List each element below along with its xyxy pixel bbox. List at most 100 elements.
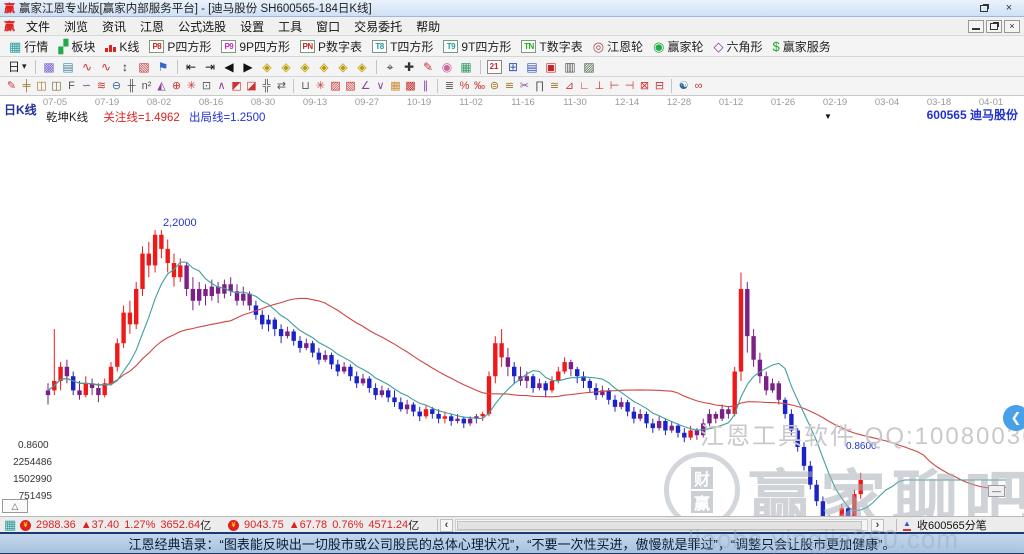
draw-right-icon[interactable]: ⊣ bbox=[622, 78, 637, 94]
draw-circle-icon[interactable]: ⊖ bbox=[109, 78, 124, 94]
draw-gold2-icon[interactable]: ≌ bbox=[502, 78, 517, 94]
draw-n2-icon[interactable]: n² bbox=[139, 78, 154, 94]
draw-hash-icon[interactable]: ╫ bbox=[124, 78, 139, 94]
menu-item-2[interactable]: 资讯 bbox=[95, 17, 133, 36]
zoom-diamond-6-icon[interactable]: ◈ bbox=[353, 58, 372, 75]
card-icon[interactable]: ▦ bbox=[457, 58, 476, 75]
draw-grid2-icon[interactable]: ▦ bbox=[388, 78, 403, 94]
menu-item-8[interactable]: 交易委托 bbox=[347, 17, 409, 36]
draw-percent-icon[interactable]: % bbox=[457, 78, 472, 94]
first-page-icon[interactable]: ⇤ bbox=[182, 58, 201, 75]
prev-bar-icon[interactable]: ◀ bbox=[220, 58, 239, 75]
zoom-diamond-2-icon[interactable]: ◈ bbox=[277, 58, 296, 75]
draw-lamp4-icon[interactable]: ◪ bbox=[244, 78, 259, 94]
market-winner-service-button[interactable]: $ 赢家服务 bbox=[768, 37, 836, 56]
menu-item-1[interactable]: 浏览 bbox=[57, 17, 95, 36]
infinity-icon[interactable]: ∞ bbox=[691, 78, 706, 94]
draw-tri-icon[interactable]: ⊿ bbox=[562, 78, 577, 94]
mdi-close-button[interactable]: × bbox=[1004, 19, 1020, 33]
draw-angle-icon[interactable]: ◭ bbox=[154, 78, 169, 94]
draw-parallel-icon[interactable]: ∥ bbox=[418, 78, 433, 94]
last-page-icon[interactable]: ⇥ bbox=[201, 58, 220, 75]
draw-gate-icon[interactable]: ∏ bbox=[532, 78, 547, 94]
info-panel-icon[interactable]: ▤ bbox=[59, 58, 78, 75]
candle-scale-icon[interactable]: ↕ bbox=[116, 58, 135, 75]
trend-small2-icon[interactable]: ∿ bbox=[97, 58, 116, 75]
market-kline-button[interactable]: K线 bbox=[100, 37, 144, 56]
draw-lamp2-icon[interactable]: ◫ bbox=[49, 78, 64, 94]
quote-table-icon[interactable]: ▦ bbox=[4, 517, 16, 532]
draw-angle2-icon[interactable]: ∠ bbox=[358, 78, 373, 94]
draw-fill-icon[interactable]: ▨ bbox=[328, 78, 343, 94]
next-bar-icon[interactable]: ▶ bbox=[239, 58, 258, 75]
print-icon[interactable]: ▥ bbox=[561, 58, 580, 75]
menu-item-5[interactable]: 设置 bbox=[233, 17, 271, 36]
draw-fill2-icon[interactable]: ▧ bbox=[343, 78, 358, 94]
calculator-icon[interactable]: ⊞ bbox=[504, 58, 523, 75]
mark-pen-icon[interactable]: ✎ bbox=[419, 58, 438, 75]
market-t-number-table-button[interactable]: TN T数字表 bbox=[516, 37, 587, 56]
mdi-restore-button[interactable] bbox=[986, 19, 1002, 33]
menu-item-0[interactable]: 文件 bbox=[19, 17, 57, 36]
draw-photo-icon[interactable]: ⊡ bbox=[199, 78, 214, 94]
draw-grid-icon[interactable]: ╪ bbox=[19, 78, 34, 94]
market-t-square-button[interactable]: T8 T四方形 bbox=[367, 37, 438, 56]
draw-lamp3-icon[interactable]: ◩ bbox=[229, 78, 244, 94]
menu-item-3[interactable]: 江恩 bbox=[133, 17, 171, 36]
panel-toggle-button[interactable]: △ bbox=[2, 499, 28, 513]
save-icon[interactable]: ▣ bbox=[542, 58, 561, 75]
zoom-diamond-4-icon[interactable]: ◈ bbox=[315, 58, 334, 75]
scroll-left-button[interactable]: ‹ bbox=[440, 518, 453, 532]
flag-icon[interactable]: ⚑ bbox=[154, 58, 173, 75]
draw-box-icon[interactable]: ⊔ bbox=[298, 78, 313, 94]
restore-button[interactable] bbox=[973, 2, 995, 15]
draw-permille-icon[interactable]: ‰ bbox=[472, 78, 487, 94]
draw-left-icon[interactable]: ⊢ bbox=[607, 78, 622, 94]
draw-gold-icon[interactable]: ⊜ bbox=[487, 78, 502, 94]
crosshair-icon[interactable]: ✚ bbox=[400, 58, 419, 75]
draw-lamp-icon[interactable]: ◫ bbox=[34, 78, 49, 94]
trend-small-icon[interactable]: ∿ bbox=[78, 58, 97, 75]
draw-rays-icon[interactable]: ✳ bbox=[313, 78, 328, 94]
draw-grid3-icon[interactable]: ▩ bbox=[403, 78, 418, 94]
period-selector[interactable]: 日 ▾ bbox=[4, 57, 31, 76]
market-gann-wheel-button[interactable]: ◎ 江恩轮 bbox=[588, 37, 648, 56]
piggy-icon[interactable]: ◉ bbox=[438, 58, 457, 75]
volume-collapse-button[interactable]: — bbox=[988, 485, 1005, 497]
draw-span-icon[interactable]: ⇄ bbox=[274, 78, 289, 94]
menu-item-4[interactable]: 公式选股 bbox=[171, 17, 233, 36]
menu-item-6[interactable]: 工具 bbox=[271, 17, 309, 36]
draw-boxx-icon[interactable]: ⊠ bbox=[637, 78, 652, 94]
draw-cut-icon[interactable]: ✂ bbox=[517, 78, 532, 94]
market-quotes-button[interactable]: ▦ 行情 bbox=[4, 37, 53, 56]
yinyang-icon[interactable]: ☯ bbox=[676, 78, 691, 94]
draw-lines-icon[interactable]: ≣ bbox=[442, 78, 457, 94]
hand-tool-icon[interactable]: ⌖ bbox=[381, 58, 400, 75]
draw-spiral-icon[interactable]: ∽ bbox=[79, 78, 94, 94]
draw-net-icon[interactable]: ╬ bbox=[259, 78, 274, 94]
exrights-icon[interactable]: ▧ bbox=[135, 58, 154, 75]
draw-valley-icon[interactable]: ∨ bbox=[373, 78, 388, 94]
draw-approx-icon[interactable]: ≅ bbox=[547, 78, 562, 94]
market-9p-square-button[interactable]: P9 9P四方形 bbox=[216, 37, 295, 56]
draw-wave-icon[interactable]: ≋ bbox=[94, 78, 109, 94]
export-icon[interactable]: ▨ bbox=[580, 58, 599, 75]
zoom-diamond-3-icon[interactable]: ◈ bbox=[296, 58, 315, 75]
market-p-square-button[interactable]: P8 P四方形 bbox=[144, 37, 216, 56]
zoom-diamond-5-icon[interactable]: ◈ bbox=[334, 58, 353, 75]
draw-pen-icon[interactable]: ✎ bbox=[4, 78, 19, 94]
zoom-diamond-1-icon[interactable]: ◈ bbox=[258, 58, 277, 75]
calendar-icon[interactable]: 21 bbox=[485, 58, 504, 75]
draw-peak-icon[interactable]: ∧ bbox=[214, 78, 229, 94]
notes-icon[interactable]: ▤ bbox=[523, 58, 542, 75]
menu-item-9[interactable]: 帮助 bbox=[409, 17, 447, 36]
draw-perp-icon[interactable]: ⊥ bbox=[592, 78, 607, 94]
market-p-number-table-button[interactable]: PN P数字表 bbox=[295, 37, 367, 56]
sidebar-expand-button[interactable]: ❮ bbox=[1003, 405, 1024, 431]
market-9t-square-button[interactable]: T9 9T四方形 bbox=[438, 37, 516, 56]
market-hexagon-button[interactable]: ◇ 六角形 bbox=[708, 37, 767, 56]
mdi-minimize-button[interactable] bbox=[968, 19, 984, 33]
menu-item-7[interactable]: 窗口 bbox=[309, 17, 347, 36]
draw-star-icon[interactable]: ✳ bbox=[184, 78, 199, 94]
close-button[interactable]: × bbox=[998, 2, 1020, 15]
